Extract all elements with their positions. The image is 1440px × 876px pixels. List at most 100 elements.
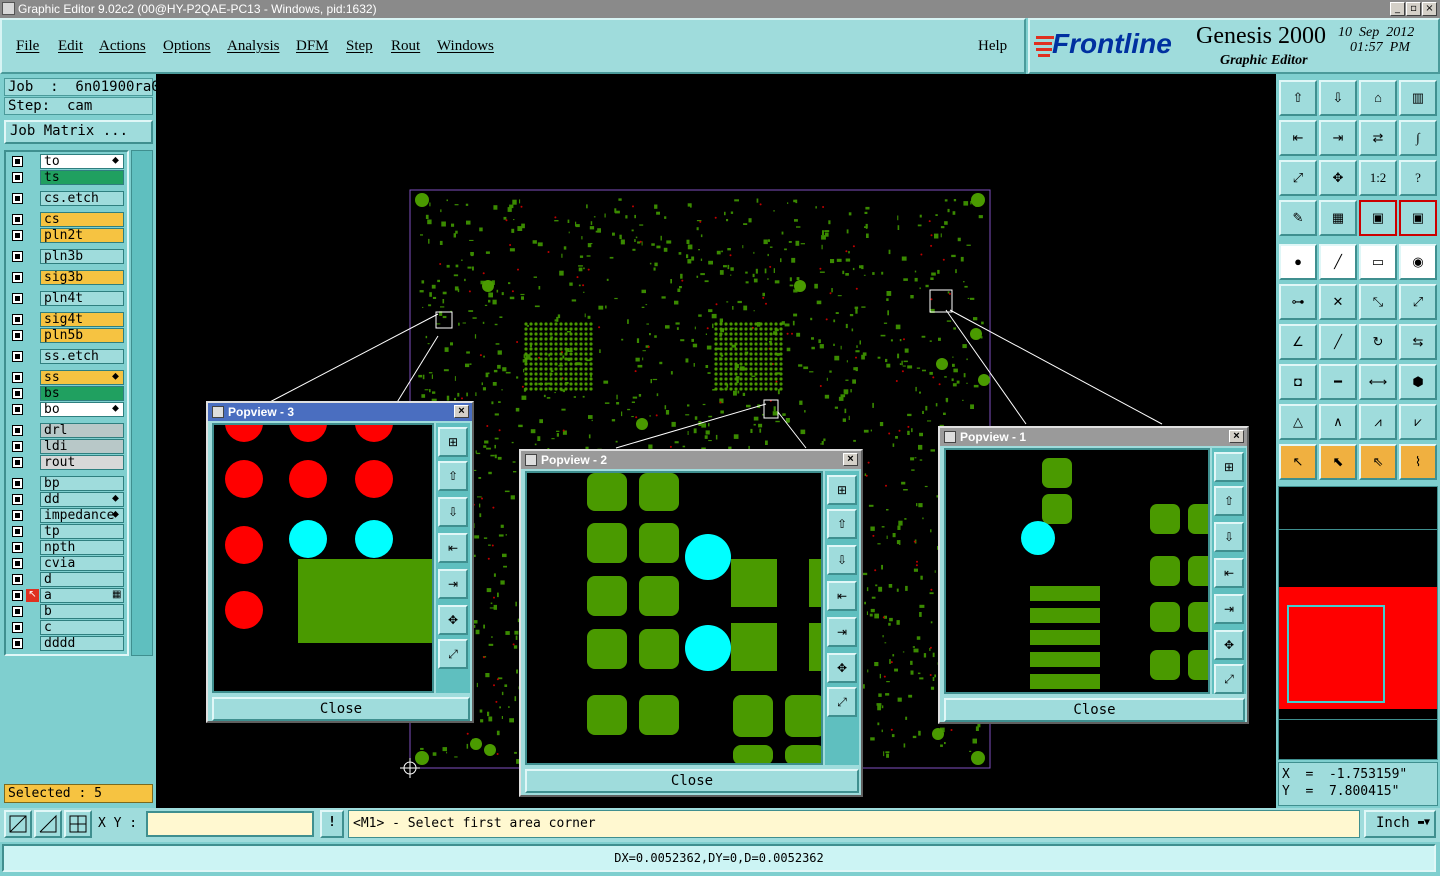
layer-row-bp[interactable]: bp (8, 476, 126, 491)
layer-row-pln3b[interactable]: pln3b (8, 249, 126, 264)
pan-up-button[interactable]: ⇧ (827, 509, 857, 539)
layer-checkbox[interactable] (12, 457, 23, 468)
connect-tool[interactable]: ⤡ (1359, 284, 1397, 320)
minimize-button[interactable]: _ (1390, 2, 1405, 16)
layer-row-bs[interactable]: bs (8, 386, 126, 401)
layer-row-a[interactable]: ↖ a ▦ (8, 588, 126, 603)
pad-tool[interactable]: ● (1279, 244, 1317, 280)
menu-analysis[interactable]: Analysis (227, 38, 280, 55)
arch-alt-tool[interactable]: ⩗ (1399, 404, 1437, 440)
triangle-tool[interactable]: △ (1279, 404, 1317, 440)
layer-checkbox[interactable] (12, 272, 23, 283)
layer-checkbox[interactable] (12, 606, 23, 617)
layer-row-pln5b[interactable]: pln5b (8, 328, 126, 343)
layer-name[interactable]: cs.etch (40, 191, 124, 206)
layer-row-rout[interactable]: rout (8, 455, 126, 470)
popview-2-viewport[interactable] (525, 471, 825, 765)
popview-3-close-icon[interactable]: × (454, 405, 469, 418)
pan-down-button[interactable]: ⇩ (1214, 522, 1244, 552)
layer-checkbox[interactable] (12, 193, 23, 204)
popview-2-close-button[interactable]: Close (525, 769, 859, 793)
layer-row-pln2t[interactable]: pln2t (8, 228, 126, 243)
layer-name[interactable]: pln4t (40, 291, 124, 306)
menu-step[interactable]: Step (346, 38, 373, 55)
layer-row-drl[interactable]: drl (8, 423, 126, 438)
line-tool[interactable]: ╱ (1319, 244, 1357, 280)
layer-name[interactable]: c (40, 620, 124, 635)
measure-icon[interactable] (34, 810, 62, 838)
layer-checkbox[interactable] (12, 230, 23, 241)
overview-view-box[interactable] (1287, 605, 1385, 703)
layer-row-cvia[interactable]: cvia (8, 556, 126, 571)
layer-name[interactable]: rout (40, 455, 124, 470)
ratio-tool[interactable]: 1:2 (1359, 160, 1397, 196)
layer-name[interactable]: pln5b (40, 328, 124, 343)
layer-checkbox[interactable] (12, 510, 23, 521)
move-tool[interactable]: ⤢ (1399, 284, 1437, 320)
pan-right-button[interactable]: ⇥ (438, 569, 468, 599)
layer-name[interactable]: ss.etch (40, 349, 124, 364)
layer-checkbox[interactable] (12, 558, 23, 569)
layer-checkbox[interactable] (12, 388, 23, 399)
pan-left-button[interactable]: ⇤ (438, 533, 468, 563)
layer-checkbox[interactable] (12, 214, 23, 225)
layer-name[interactable]: cvia (40, 556, 124, 571)
layer-checkbox[interactable] (12, 156, 23, 167)
export-tool[interactable]: ⇥ (1319, 120, 1357, 156)
popview-3-viewport[interactable] (212, 404, 434, 693)
job-matrix-button[interactable]: Job Matrix ... (4, 120, 153, 144)
layer-checkbox[interactable] (12, 526, 23, 537)
layer-row-dd[interactable]: dd ⬥ (8, 492, 126, 507)
network-tool[interactable]: ⊶ (1279, 284, 1317, 320)
layer-name[interactable]: ldi (40, 439, 124, 454)
layer-toggle-tool[interactable]: ▣ (1359, 200, 1397, 236)
pan-up-button[interactable]: ⇧ (1214, 486, 1244, 516)
layer-row-tp[interactable]: tp (8, 524, 126, 539)
shapes-tool[interactable]: ⬢ (1399, 364, 1437, 400)
layer-checkbox[interactable] (12, 404, 23, 415)
layer-checkbox[interactable] (12, 441, 23, 452)
layer-row-sig4t[interactable]: sig4t (8, 312, 126, 327)
open-tool[interactable]: ⇧ (1279, 80, 1317, 116)
save-tool[interactable]: ⇩ (1319, 80, 1357, 116)
ruler-tool[interactable]: ▭ (1359, 244, 1397, 280)
layer-checkbox[interactable] (12, 351, 23, 362)
layer-name[interactable]: d (40, 572, 124, 587)
arch-fill-tool[interactable]: ⩘ (1359, 404, 1397, 440)
pan-down-button[interactable]: ⇩ (438, 497, 468, 527)
pan-down-button[interactable]: ⇩ (827, 545, 857, 575)
layer-row-ss-etch[interactable]: ss.etch (8, 349, 126, 364)
layer-checkbox[interactable] (12, 542, 23, 553)
layer-row-cs-etch[interactable]: cs.etch (8, 191, 126, 206)
popview-1-close-icon[interactable]: × (1229, 430, 1244, 443)
popview-1-viewport[interactable] (944, 448, 1218, 694)
menu-rout[interactable]: Rout (391, 38, 420, 55)
layer-row-dddd[interactable]: dddd (8, 636, 126, 651)
pan-up-button[interactable]: ⇧ (438, 461, 468, 491)
layer-checkbox[interactable] (12, 372, 23, 383)
layer-row-ss[interactable]: ss ⬥ (8, 370, 126, 385)
menu-edit[interactable]: Edit (58, 38, 83, 55)
window-close-button[interactable]: × (1422, 2, 1437, 16)
layer-name[interactable]: bp (40, 476, 124, 491)
cursor-tool[interactable]: ↖ (1279, 444, 1317, 480)
import-tool[interactable]: ⇤ (1279, 120, 1317, 156)
layer-name[interactable]: sig3b (40, 270, 124, 285)
zoom-out-button[interactable]: ⤢ (1214, 664, 1244, 694)
overview-map[interactable] (1278, 486, 1438, 760)
flip-tool[interactable]: ⇆ (1399, 324, 1437, 360)
zoom-in-button[interactable]: ⊞ (438, 427, 468, 457)
layer-checkbox[interactable] (12, 293, 23, 304)
cross-tool[interactable]: ✕ (1319, 284, 1357, 320)
menu-windows[interactable]: Windows (437, 38, 494, 55)
layer-row-npth[interactable]: npth (8, 540, 126, 555)
maximize-button[interactable]: ▫ (1406, 2, 1421, 16)
layer-row-bo[interactable]: bo ⬥ (8, 402, 126, 417)
zoom-fit-button[interactable]: ✥ (827, 653, 857, 683)
route-tool[interactable]: ⌇ (1399, 444, 1437, 480)
arch-tool[interactable]: ∧ (1319, 404, 1357, 440)
layer-checkbox[interactable] (12, 425, 23, 436)
layer-row-ts[interactable]: ts (8, 170, 126, 185)
info-button[interactable]: ! (320, 810, 344, 838)
menu-file[interactable]: File (16, 38, 39, 55)
